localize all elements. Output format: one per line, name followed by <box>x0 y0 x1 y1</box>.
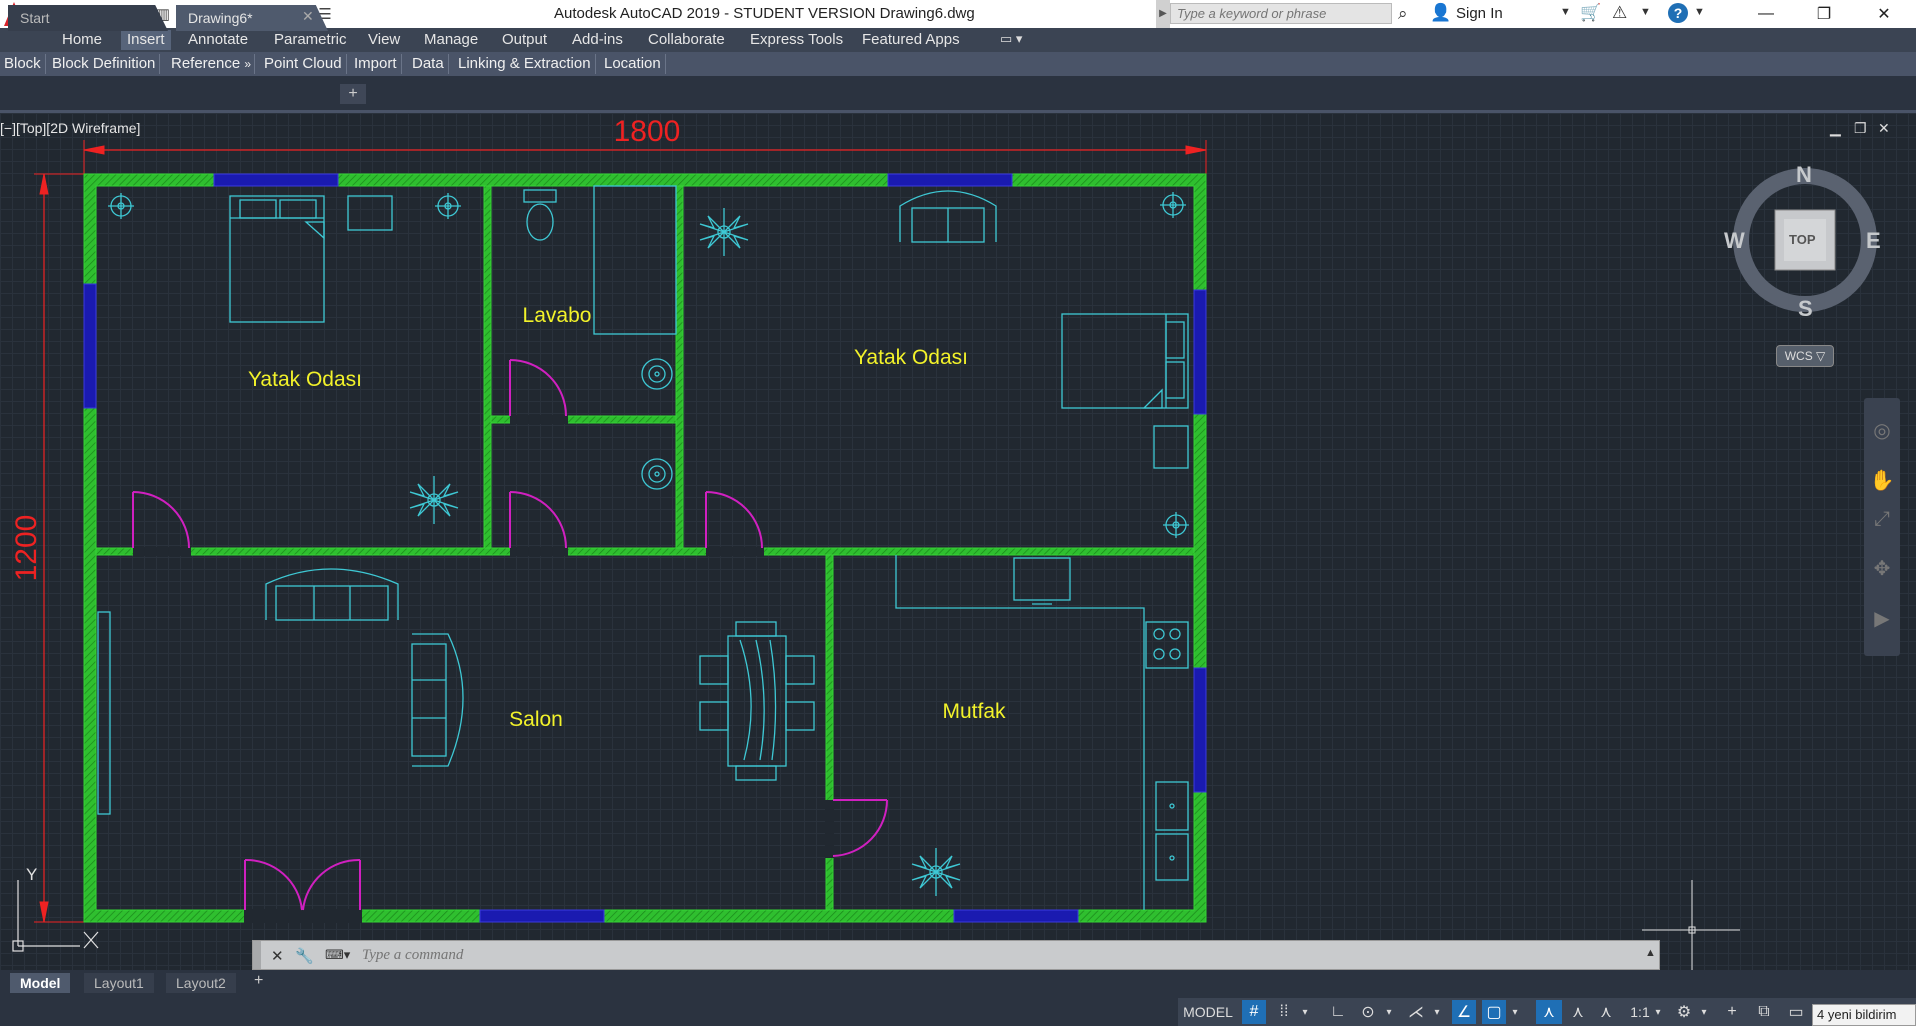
snap-icon[interactable]: ⁞⁞ <box>1272 1000 1296 1024</box>
polar-icon[interactable]: ⊙ <box>1356 1000 1380 1024</box>
showmotion-icon[interactable]: ▶ <box>1866 606 1898 631</box>
isodraft-icon[interactable]: ⋌ <box>1404 1000 1428 1024</box>
layout-tab-bar <box>0 970 1916 994</box>
command-line-grip[interactable] <box>253 941 261 969</box>
annotation-monitor-icon[interactable]: + <box>1720 1000 1744 1024</box>
auto-scale-icon[interactable]: ⋏ <box>1566 1000 1590 1024</box>
object-snap-tracking-icon[interactable]: ∠ <box>1452 1000 1476 1024</box>
viewcube-top-face[interactable]: TOP <box>1789 232 1816 247</box>
compass-west[interactable]: W <box>1724 228 1745 254</box>
compass-north[interactable]: N <box>1796 162 1812 188</box>
tab-model[interactable]: Model <box>10 973 71 993</box>
room-labels: Yatak Odası Lavabo Yatak Odası Salon Mut… <box>248 304 1006 731</box>
object-snap-dropdown-icon[interactable]: ▾ <box>1508 1000 1522 1024</box>
ucs-y-label: Y <box>26 865 37 884</box>
zoom-extents-icon[interactable]: ⤢ <box>1866 508 1898 531</box>
room-label-kitchen: Mutfak <box>942 700 1006 723</box>
command-close-icon[interactable]: ✕ <box>271 947 284 965</box>
dimension-width-text: 1800 <box>614 115 681 148</box>
walls <box>83 173 1207 923</box>
annotation-scale-icon[interactable]: ⋏ <box>1594 1000 1618 1024</box>
pan-hand-icon[interactable]: ✋ <box>1866 468 1898 493</box>
room-label-bedroom-left: Yatak Odası <box>248 368 362 391</box>
ortho-icon[interactable]: ∟ <box>1326 1000 1350 1024</box>
snap-dropdown-icon[interactable]: ▾ <box>1298 1000 1312 1024</box>
grid-icon[interactable]: # <box>1242 1000 1266 1024</box>
compass-south[interactable]: S <box>1798 296 1813 322</box>
command-recent-icon[interactable]: ⌨▾ <box>325 947 350 963</box>
room-label-toilet: Lavabo <box>523 304 592 327</box>
floor-plan: 1800 1200 Yatak Odası Lavabo Yatak Odası… <box>10 115 1877 970</box>
doors <box>132 359 888 911</box>
clean-screen-icon[interactable]: ▭ <box>1784 1000 1808 1024</box>
workspace-gear-icon[interactable]: ⚙ <box>1672 1000 1696 1024</box>
dimension-height-text: 1200 <box>10 515 43 582</box>
workspace-dropdown-icon[interactable]: ▾ <box>1698 1000 1710 1024</box>
command-input[interactable] <box>360 946 1364 965</box>
isodraft-dropdown-icon[interactable]: ▾ <box>1430 1000 1444 1024</box>
scale-dropdown-icon[interactable]: ▾ <box>1652 1000 1664 1024</box>
tab-layout2[interactable]: Layout2 <box>166 973 236 993</box>
command-history-icon[interactable]: ▲ <box>1645 947 1656 959</box>
notification-badge[interactable]: 4 yeni bildirim <box>1812 1004 1916 1026</box>
compass-east[interactable]: E <box>1866 228 1881 254</box>
tab-layout1[interactable]: Layout1 <box>84 973 154 993</box>
isolate-objects-icon[interactable]: ⧉ <box>1752 1000 1776 1024</box>
steering-wheel-icon[interactable]: ◎ <box>1866 418 1898 443</box>
command-customize-icon[interactable]: 🔧 <box>295 947 314 965</box>
room-label-living: Salon <box>509 708 563 731</box>
annotation-visibility-icon[interactable]: ⋏ <box>1536 1000 1562 1024</box>
orbit-icon[interactable]: ✥ <box>1866 556 1898 581</box>
polar-dropdown-icon[interactable]: ▾ <box>1382 1000 1396 1024</box>
room-label-bedroom-right: Yatak Odası <box>854 346 968 369</box>
object-snap-icon[interactable]: ▢ <box>1482 1000 1506 1024</box>
wcs-menu[interactable]: WCS ▽ <box>1776 345 1834 367</box>
add-layout-icon[interactable]: + <box>254 972 263 990</box>
model-space-button[interactable]: MODEL <box>1180 1000 1236 1024</box>
annotation-scale-value[interactable]: 1:1 <box>1626 1000 1654 1024</box>
